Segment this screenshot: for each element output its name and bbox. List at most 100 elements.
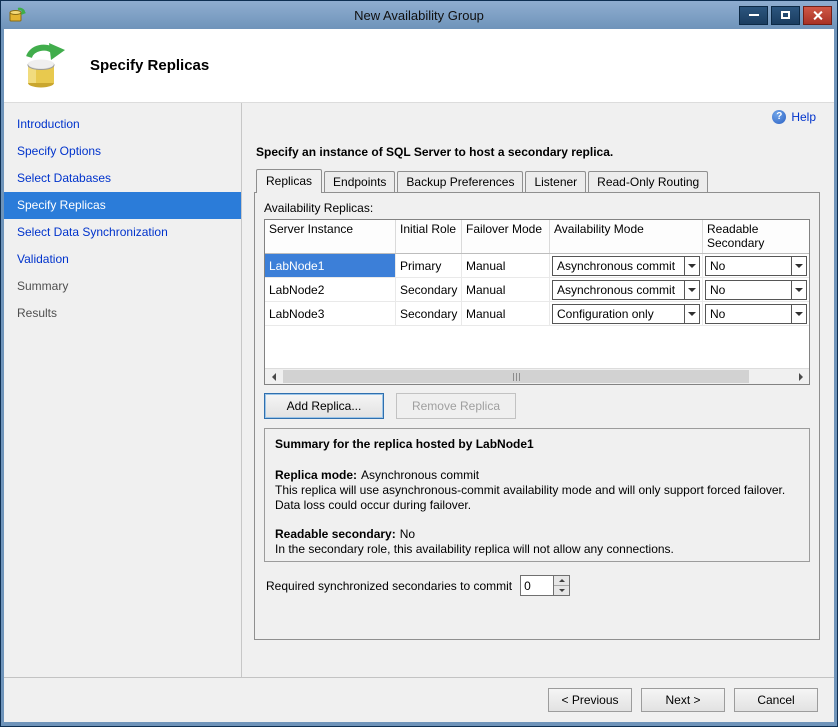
- help-link[interactable]: ? Help: [772, 110, 816, 124]
- cell-server-instance[interactable]: LabNode3: [265, 302, 396, 325]
- grip-icon: [513, 373, 514, 381]
- grip-icon: [516, 373, 517, 381]
- arrow-left-icon: [268, 373, 276, 381]
- client-area: Specify Replicas Introduction Specify Op…: [4, 29, 834, 722]
- chevron-down-icon[interactable]: [791, 305, 806, 323]
- sidebar-item-introduction[interactable]: Introduction: [4, 111, 241, 138]
- replicas-grid: Server Instance Initial Role Failover Mo…: [264, 219, 810, 385]
- readable-secondary-dropdown[interactable]: No: [705, 280, 807, 300]
- chevron-down-icon[interactable]: [791, 257, 806, 275]
- cell-initial-role: Secondary: [396, 302, 462, 325]
- replica-mode-label: Replica mode:: [275, 468, 357, 482]
- availability-mode-dropdown[interactable]: Asynchronous commit: [552, 256, 700, 276]
- minimize-button[interactable]: [739, 6, 768, 25]
- cell-server-instance[interactable]: LabNode2: [265, 278, 396, 301]
- main-content: ? Help Specify an instance of SQL Server…: [242, 103, 834, 677]
- column-header-availability-mode[interactable]: Availability Mode: [550, 220, 703, 253]
- sidebar-item-select-databases[interactable]: Select Databases: [4, 165, 241, 192]
- dropdown-value: Configuration only: [553, 307, 684, 321]
- title-bar[interactable]: New Availability Group: [1, 1, 837, 29]
- previous-button[interactable]: < Previous: [548, 688, 632, 712]
- column-header-initial-role[interactable]: Initial Role: [396, 220, 462, 253]
- column-header-server-instance[interactable]: Server Instance: [265, 220, 396, 253]
- app-icon[interactable]: [8, 6, 26, 24]
- scroll-left-button[interactable]: [265, 369, 281, 384]
- chevron-down-icon[interactable]: [684, 305, 699, 323]
- horizontal-scrollbar[interactable]: [265, 368, 809, 384]
- table-row[interactable]: LabNode2 Secondary Manual Asynchronous c…: [265, 278, 809, 302]
- table-row[interactable]: LabNode3 Secondary Manual Configuration …: [265, 302, 809, 326]
- table-row[interactable]: LabNode1 Primary Manual Asynchronous com…: [265, 254, 809, 278]
- arrow-up-icon: [559, 576, 565, 582]
- dropdown-value: No: [706, 307, 791, 321]
- chevron-down-icon[interactable]: [684, 257, 699, 275]
- column-header-failover-mode[interactable]: Failover Mode: [462, 220, 550, 253]
- dropdown-value: Asynchronous commit: [553, 259, 684, 273]
- add-replica-button[interactable]: Add Replica...: [264, 393, 384, 419]
- sidebar-item-specify-replicas[interactable]: Specify Replicas: [4, 192, 241, 219]
- remove-replica-button: Remove Replica: [396, 393, 516, 419]
- dropdown-value: No: [706, 259, 791, 273]
- cell-readable-secondary: No: [703, 302, 809, 325]
- secondaries-count-spinner: [520, 575, 570, 596]
- readable-secondary-line: Readable secondary: No: [275, 527, 799, 542]
- replica-summary-panel: Summary for the replica hosted by LabNod…: [264, 428, 810, 562]
- dropdown-value: No: [706, 283, 791, 297]
- quorum-label: Required synchronized secondaries to com…: [266, 579, 512, 593]
- spinner-down-button[interactable]: [554, 585, 569, 595]
- grid-header-row: Server Instance Initial Role Failover Mo…: [265, 220, 809, 254]
- chevron-down-icon[interactable]: [791, 281, 806, 299]
- wizard-steps-sidebar: Introduction Specify Options Select Data…: [4, 103, 242, 677]
- availability-replicas-label: Availability Replicas:: [264, 201, 810, 215]
- dropdown-value: Asynchronous commit: [553, 283, 684, 297]
- sidebar-item-validation[interactable]: Validation: [4, 246, 241, 273]
- cell-failover-mode: Manual: [462, 278, 550, 301]
- cell-initial-role: Secondary: [396, 278, 462, 301]
- sidebar-item-specify-options[interactable]: Specify Options: [4, 138, 241, 165]
- cell-failover-mode: Manual: [462, 254, 550, 277]
- availability-mode-dropdown[interactable]: Asynchronous commit: [552, 280, 700, 300]
- wizard-banner: Specify Replicas: [4, 29, 834, 103]
- tab-replicas[interactable]: Replicas: [256, 169, 322, 193]
- chevron-down-icon[interactable]: [684, 281, 699, 299]
- window-title: New Availability Group: [1, 8, 837, 23]
- help-label: Help: [791, 110, 816, 124]
- close-button[interactable]: [803, 6, 832, 25]
- summary-title: Summary for the replica hosted by LabNod…: [275, 437, 799, 452]
- cell-failover-mode: Manual: [462, 302, 550, 325]
- quorum-row: Required synchronized secondaries to com…: [266, 575, 810, 596]
- secondaries-count-input[interactable]: [521, 576, 553, 595]
- sidebar-item-select-data-synchronization[interactable]: Select Data Synchronization: [4, 219, 241, 246]
- tab-strip: Replicas Endpoints Backup Preferences Li…: [254, 169, 820, 192]
- arrow-down-icon: [559, 589, 565, 595]
- availability-mode-dropdown[interactable]: Configuration only: [552, 304, 700, 324]
- readable-secondary-dropdown[interactable]: No: [705, 304, 807, 324]
- spinner-up-button[interactable]: [554, 576, 569, 585]
- scroll-right-button[interactable]: [793, 369, 809, 384]
- minimize-icon: [749, 14, 759, 16]
- cell-availability-mode: Asynchronous commit: [550, 254, 703, 277]
- scrollbar-thumb[interactable]: [283, 370, 749, 383]
- close-icon: [812, 10, 823, 21]
- maximize-button[interactable]: [771, 6, 800, 25]
- column-header-readable-secondary[interactable]: Readable Secondary: [703, 220, 809, 253]
- replica-mode-value: Asynchronous commit: [361, 468, 479, 482]
- dialog-window: New Availability Group Specify Replicas: [0, 0, 838, 727]
- page-title: Specify Replicas: [90, 57, 209, 74]
- cell-server-instance[interactable]: LabNode1: [265, 254, 396, 277]
- readable-secondary-value: No: [400, 527, 415, 541]
- tab-backup-preferences[interactable]: Backup Preferences: [397, 171, 523, 192]
- maximize-icon: [781, 11, 790, 19]
- readable-secondary-dropdown[interactable]: No: [705, 256, 807, 276]
- replicas-tab-panel: Availability Replicas: Server Instance I…: [254, 192, 820, 640]
- next-button[interactable]: Next >: [641, 688, 725, 712]
- cancel-button[interactable]: Cancel: [734, 688, 818, 712]
- tab-read-only-routing[interactable]: Read-Only Routing: [588, 171, 708, 192]
- readable-secondary-label: Readable secondary:: [275, 527, 396, 541]
- arrow-right-icon: [799, 373, 807, 381]
- cell-readable-secondary: No: [703, 278, 809, 301]
- replica-mode-line: Replica mode: Asynchronous commit: [275, 468, 799, 483]
- tab-endpoints[interactable]: Endpoints: [324, 171, 395, 192]
- scrollbar-track[interactable]: [281, 369, 793, 384]
- tab-listener[interactable]: Listener: [525, 171, 586, 192]
